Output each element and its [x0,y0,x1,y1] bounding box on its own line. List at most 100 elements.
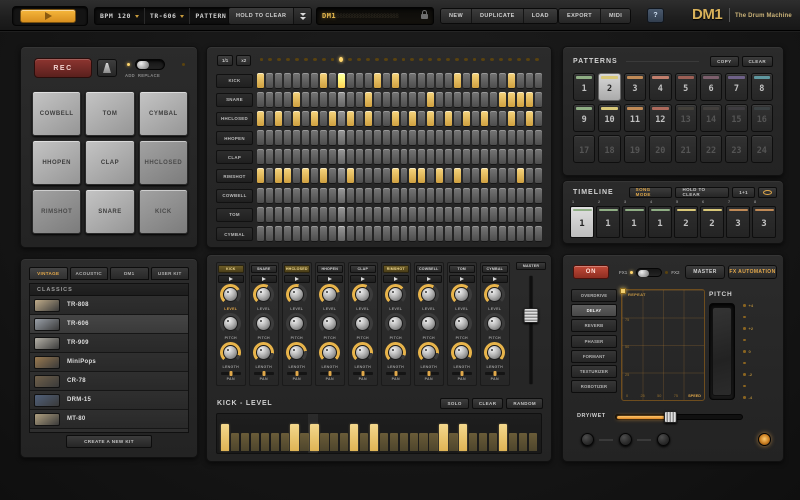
step-cell[interactable] [392,168,399,184]
drum-pad-rimshot[interactable]: RIMSHOT [32,189,81,234]
step-cell[interactable] [436,73,443,89]
step-cell[interactable] [311,111,318,127]
step-cell[interactable] [347,207,354,223]
velocity-bar[interactable] [479,433,487,451]
step-cell[interactable] [445,149,452,165]
velocity-bar[interactable] [350,424,358,451]
step-cell[interactable] [535,168,542,184]
step-cell[interactable] [284,226,291,242]
step-cell[interactable] [257,207,264,223]
step-cell[interactable] [302,130,309,146]
step-cell[interactable] [266,168,273,184]
step-cell[interactable] [427,226,434,242]
step-cell[interactable] [401,92,408,108]
step-cell[interactable] [275,73,282,89]
timeline-slot-3[interactable]: 1 [622,206,646,238]
step-cell[interactable] [329,92,336,108]
velocity-bar[interactable] [340,433,348,451]
pitch-knob[interactable] [352,313,373,334]
velocity-bar[interactable] [330,433,338,451]
step-cell[interactable] [311,92,318,108]
drum-pad-kick[interactable]: KICK [139,189,188,234]
step-cell[interactable] [338,149,345,165]
step-cell[interactable] [311,168,318,184]
level-knob[interactable] [385,284,406,305]
level-knob[interactable] [418,284,439,305]
step-cell[interactable] [472,92,479,108]
step-cell[interactable] [526,207,533,223]
loop-button[interactable] [758,187,777,198]
step-cell[interactable] [374,149,381,165]
step-cell[interactable] [454,188,461,204]
step-cell[interactable] [293,207,300,223]
step-cell[interactable] [436,226,443,242]
pan-slider[interactable] [254,372,274,375]
step-cell[interactable] [418,168,425,184]
velocity-bar[interactable] [529,433,537,451]
step-cell[interactable] [356,111,363,127]
kit-item-minipops[interactable]: MiniPops [30,353,188,372]
track-label[interactable]: KICK [216,74,253,88]
step-cell[interactable] [383,73,390,89]
timeline-slot-2[interactable]: 1 [596,206,620,238]
step-cell[interactable] [293,168,300,184]
step-cell[interactable] [293,73,300,89]
step-cell[interactable] [535,149,542,165]
step-cell[interactable] [481,92,488,108]
pan-slider[interactable] [287,372,307,375]
step-cell[interactable] [454,149,461,165]
step-cell[interactable] [338,92,345,108]
drum-pad-hhclosed[interactable]: HHCLOSED [139,140,188,185]
step-cell[interactable] [284,92,291,108]
pattern-button-7[interactable]: 7 [725,73,747,101]
length-double-button[interactable]: x2 [236,55,251,66]
step-cell[interactable] [338,130,345,146]
velocity-bar[interactable] [499,424,507,451]
step-cell[interactable] [338,226,345,242]
step-cell[interactable] [481,149,488,165]
fx-switch[interactable] [636,268,662,277]
step-cell[interactable] [481,226,488,242]
step-cell[interactable] [418,73,425,89]
xy-position-marker[interactable] [620,288,626,294]
pattern-button-2[interactable]: 2 [598,73,620,101]
step-cell[interactable] [257,226,264,242]
step-cell[interactable] [409,226,416,242]
pitch-knob[interactable] [418,313,439,334]
step-cell[interactable] [374,207,381,223]
drywet-slider[interactable] [615,414,743,420]
step-cell[interactable] [454,73,461,89]
step-cell[interactable] [293,188,300,204]
step-cell[interactable] [481,73,488,89]
step-cell[interactable] [356,130,363,146]
strip-name-button[interactable]: HHOPEN [317,265,343,273]
kit-item-mt-80[interactable]: MT-80 [30,410,188,429]
pan-slider[interactable] [353,372,373,375]
step-cell[interactable] [454,92,461,108]
step-cell[interactable] [320,130,327,146]
strip-preview-button[interactable] [383,275,409,283]
drum-pad-cowbell[interactable]: COWBELL [32,91,81,136]
pitch-knob[interactable] [385,313,406,334]
step-cell[interactable] [356,73,363,89]
step-cell[interactable] [275,92,282,108]
step-cell[interactable] [257,149,264,165]
step-cell[interactable] [392,188,399,204]
tab-dm1[interactable]: DM1 [110,267,149,280]
step-cell[interactable] [436,168,443,184]
step-cell[interactable] [392,130,399,146]
step-cell[interactable] [302,207,309,223]
step-cell[interactable] [454,111,461,127]
step-cell[interactable] [266,207,273,223]
step-cell[interactable] [356,226,363,242]
strip-preview-button[interactable] [251,275,277,283]
step-cell[interactable] [392,207,399,223]
step-cell[interactable] [508,149,515,165]
step-cell[interactable] [365,92,372,108]
step-cell[interactable] [383,226,390,242]
velocity-bar[interactable] [271,433,279,451]
step-cell[interactable] [329,226,336,242]
step-cell[interactable] [302,92,309,108]
step-cell[interactable] [418,149,425,165]
step-cell[interactable] [356,92,363,108]
